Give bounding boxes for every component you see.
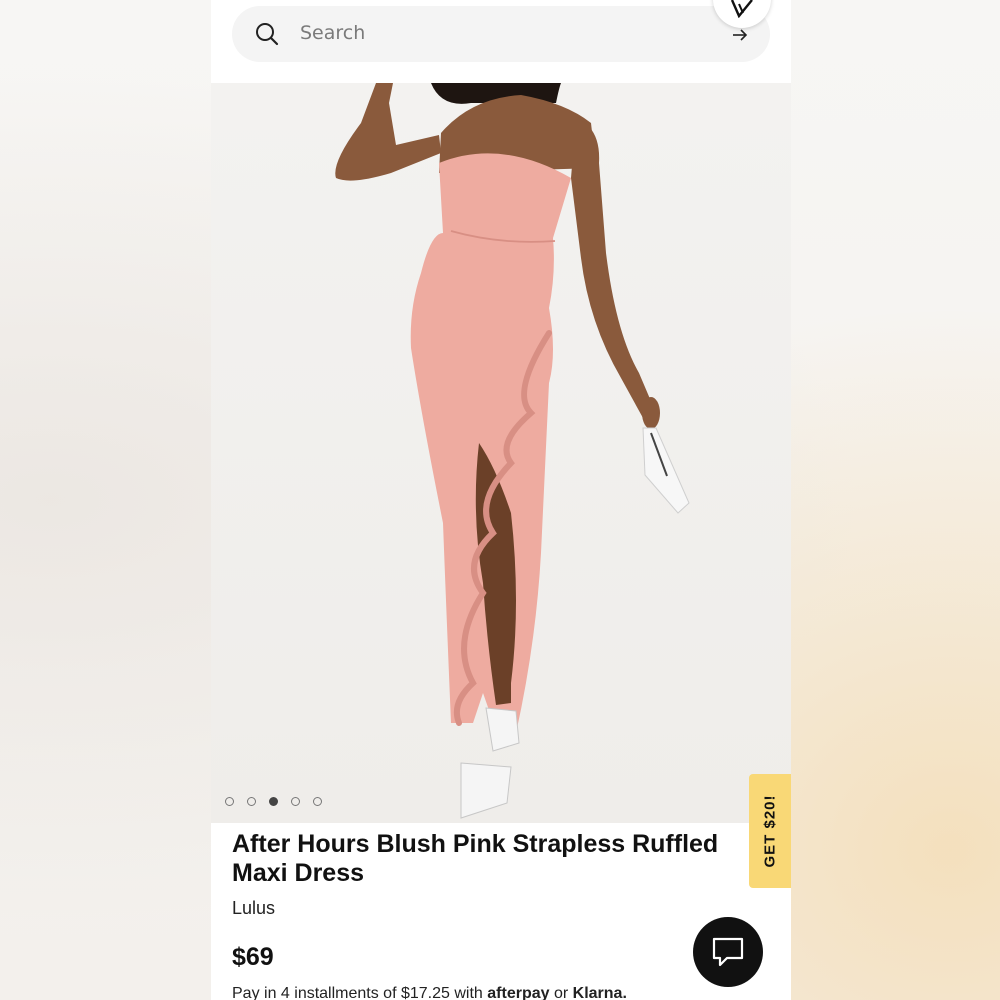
installments-note: Pay in 4 installments of $17.25 with aft…	[232, 985, 627, 1000]
installments-text: Pay in 4 installments of $17.25 with	[232, 985, 483, 1000]
carousel-dot-5[interactable]	[313, 797, 322, 806]
promo-label: GET $20!	[761, 794, 779, 868]
carousel-dots	[225, 797, 322, 806]
product-title: After Hours Blush Pink Strapless Ruffled…	[232, 830, 719, 887]
product-image[interactable]	[211, 83, 791, 823]
carousel-dot-3[interactable]	[269, 797, 278, 806]
carousel-dot-4[interactable]	[291, 797, 300, 806]
carousel-dot-2[interactable]	[247, 797, 256, 806]
installments-or: or	[553, 985, 569, 1000]
product-brand[interactable]: Lulus	[232, 898, 275, 919]
carousel-dot-1[interactable]	[225, 797, 234, 806]
model-photo	[335, 83, 690, 819]
phone-screen: Search After Hours Blush Pink Strapless …	[211, 0, 791, 1000]
arrow-right-icon[interactable]	[730, 25, 750, 45]
brand-logo-icon	[730, 0, 753, 18]
search-bar[interactable]: Search	[232, 6, 770, 62]
search-icon	[256, 23, 279, 46]
promo-tab[interactable]: GET $20!	[749, 774, 791, 888]
afterpay-logo[interactable]: afterpay	[487, 985, 549, 1000]
search-input[interactable]: Search	[300, 22, 365, 44]
klarna-logo[interactable]: Klarna.	[573, 985, 627, 1000]
product-price: $69	[232, 943, 274, 971]
chat-button[interactable]	[693, 917, 763, 987]
chat-bubble-icon	[712, 937, 744, 967]
